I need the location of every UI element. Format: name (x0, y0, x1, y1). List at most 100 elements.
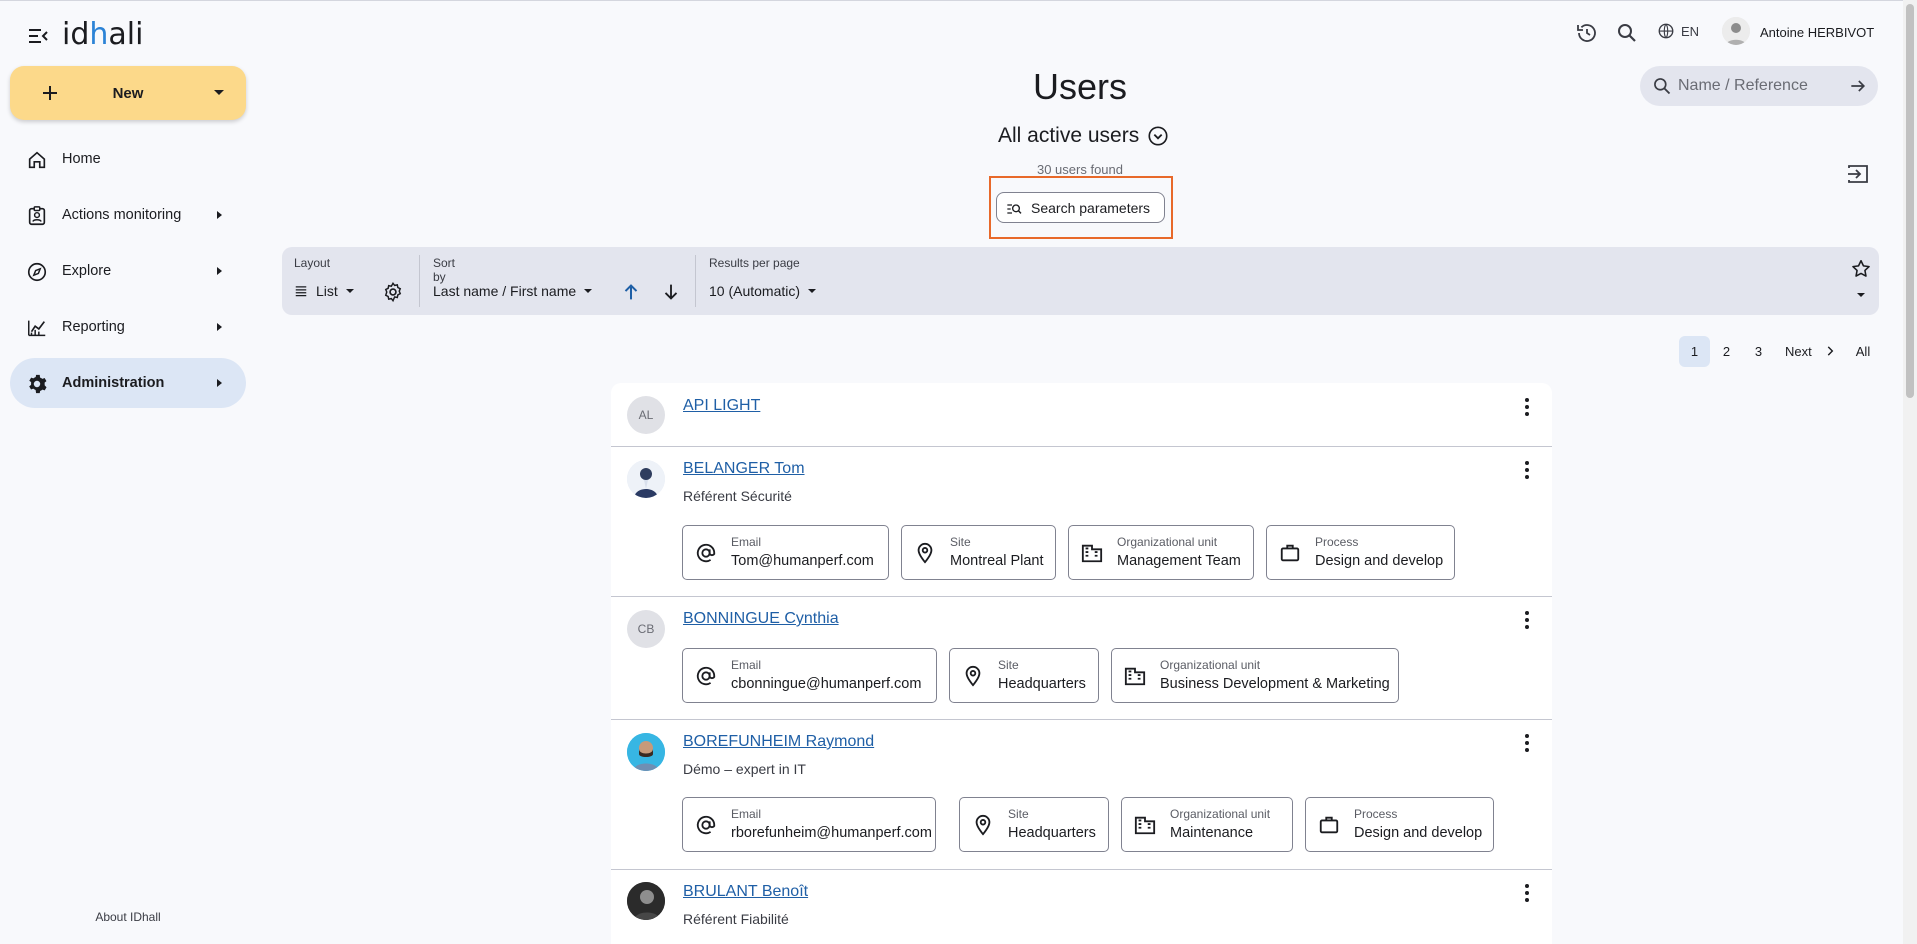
site-chip: Site Montreal Plant (901, 525, 1056, 580)
chip-value: Headquarters (998, 676, 1086, 692)
all-pages-button[interactable]: All (1848, 336, 1878, 367)
building-icon (1081, 544, 1103, 563)
chip-value: Design and develop (1315, 553, 1444, 569)
sort-descending-icon[interactable] (660, 281, 682, 303)
chip-value: Management Team (1117, 553, 1241, 569)
app-root: idhali New Home Actions monitoring Explo… (0, 0, 1917, 944)
user-name-link[interactable]: BRULANT Benoît (683, 883, 808, 901)
list-toolbar: Layout List Sort by Last name / First na… (282, 247, 1879, 315)
chip-label: Process (1315, 535, 1359, 549)
chip-value: Business Development & Marketing (1160, 676, 1390, 692)
results-select[interactable]: 10 (Automatic) (709, 283, 817, 299)
site-chip: Site Headquarters (959, 797, 1109, 852)
results-count: 30 users found (1036, 162, 1123, 177)
org-unit-chip: Organizational unit Business Development… (1111, 648, 1399, 703)
chip-label: Organizational unit (1170, 807, 1271, 821)
caret-down-icon (808, 289, 817, 293)
page-title: Users (1032, 66, 1127, 107)
avatar: AL (627, 396, 665, 434)
search-input[interactable] (1678, 66, 1838, 106)
chip-value: cbonningue@humanperf.com (731, 676, 922, 692)
email-chip: Email cbonningue@humanperf.com (682, 648, 937, 703)
sidebar-item-label: Administration (62, 375, 165, 391)
more-vert-icon[interactable] (1524, 397, 1530, 417)
results-value: 10 (Automatic) (709, 283, 801, 299)
avatar (627, 460, 665, 498)
sidebar: idhali New Home Actions monitoring Explo… (0, 0, 260, 944)
next-page-button[interactable]: Next (1780, 336, 1840, 367)
sidebar-item-actions-monitoring[interactable]: Actions monitoring (10, 190, 246, 240)
process-chip: Process Design and develop (1305, 797, 1494, 852)
layout-select[interactable]: List (294, 283, 354, 299)
menu-collapse-icon[interactable] (26, 24, 50, 48)
user-name-link[interactable]: BELANGER Tom (683, 460, 805, 478)
sidebar-item-administration[interactable]: Administration (10, 358, 246, 408)
star-icon[interactable] (1850, 258, 1872, 280)
sidebar-item-reporting[interactable]: Reporting (10, 302, 246, 352)
at-icon (696, 543, 716, 563)
view-selector[interactable]: All active users (998, 124, 1169, 148)
export-icon[interactable] (1846, 162, 1870, 186)
caret-down-icon (584, 289, 593, 293)
user-name[interactable]: Antoine HERBIVOT (1760, 25, 1874, 40)
caret-down-icon[interactable] (1857, 293, 1865, 297)
caret-down-icon (345, 289, 354, 293)
language-selector[interactable]: EN (1657, 22, 1699, 40)
list-item: BELANGER Tom Référent Sécurité Email Tom… (611, 447, 1552, 597)
gear-outline-icon[interactable] (382, 281, 404, 303)
user-name-link[interactable]: BOREFUNHEIM Raymond (683, 733, 874, 751)
page-1-button[interactable]: 1 (1679, 336, 1710, 367)
gear-icon (29, 374, 47, 394)
chip-value: Maintenance (1170, 825, 1254, 841)
chip-label: Site (950, 535, 971, 549)
avatar (627, 733, 665, 771)
more-vert-icon[interactable] (1524, 610, 1530, 630)
more-vert-icon[interactable] (1524, 733, 1530, 753)
sidebar-item-explore[interactable]: Explore (10, 246, 246, 296)
sidebar-item-label: Explore (62, 263, 112, 279)
user-name-link[interactable]: BONNINGUE Cynthia (683, 610, 839, 628)
caret-right-icon (217, 323, 222, 331)
chart-line-icon (28, 320, 46, 337)
chip-value: Montreal Plant (950, 553, 1044, 569)
scrollbar-thumb[interactable] (1906, 4, 1914, 398)
caret-down-icon (214, 90, 224, 95)
sort-label: Sort by (433, 256, 456, 284)
top-border (0, 0, 1917, 1)
location-pin-icon (975, 814, 991, 836)
sort-select[interactable]: Last name / First name (433, 283, 593, 299)
sort-ascending-icon[interactable] (620, 281, 642, 303)
briefcase-icon (1280, 544, 1300, 562)
new-button[interactable]: New (10, 66, 246, 120)
view-label: All active users (998, 124, 1140, 147)
search-filter-icon (1007, 204, 1022, 214)
search-parameters-button[interactable]: Search parameters (996, 192, 1165, 223)
search-icon[interactable] (1615, 21, 1639, 45)
history-icon[interactable] (1575, 21, 1599, 45)
about-link[interactable]: About IDhall (0, 910, 256, 924)
more-vert-icon[interactable] (1524, 460, 1530, 480)
logo[interactable]: idhali (62, 17, 143, 52)
org-unit-chip: Organizational unit Management Team (1068, 525, 1254, 580)
more-vert-icon[interactable] (1524, 883, 1530, 903)
search-icon (1654, 78, 1671, 95)
layout-value: List (316, 283, 338, 299)
chip-label: Organizational unit (1160, 658, 1261, 672)
chip-label: Site (1008, 807, 1029, 821)
at-icon (696, 666, 716, 686)
chip-label: Site (998, 658, 1019, 672)
page-3-button[interactable]: 3 (1743, 336, 1774, 367)
email-chip: Email Tom@humanperf.com (682, 525, 889, 580)
location-pin-icon (917, 542, 933, 564)
avatar[interactable] (1722, 17, 1750, 45)
arrow-right-icon[interactable] (1848, 76, 1868, 96)
building-icon (1134, 816, 1156, 835)
caret-right-icon (217, 379, 222, 387)
sort-value: Last name / First name (433, 283, 577, 299)
page-2-button[interactable]: 2 (1711, 336, 1742, 367)
user-name-link[interactable]: API LIGHT (683, 397, 760, 415)
chip-label: Organizational unit (1117, 535, 1218, 549)
location-pin-icon (965, 665, 981, 687)
chip-value: Headquarters (1008, 825, 1096, 841)
caret-right-icon (217, 211, 222, 219)
